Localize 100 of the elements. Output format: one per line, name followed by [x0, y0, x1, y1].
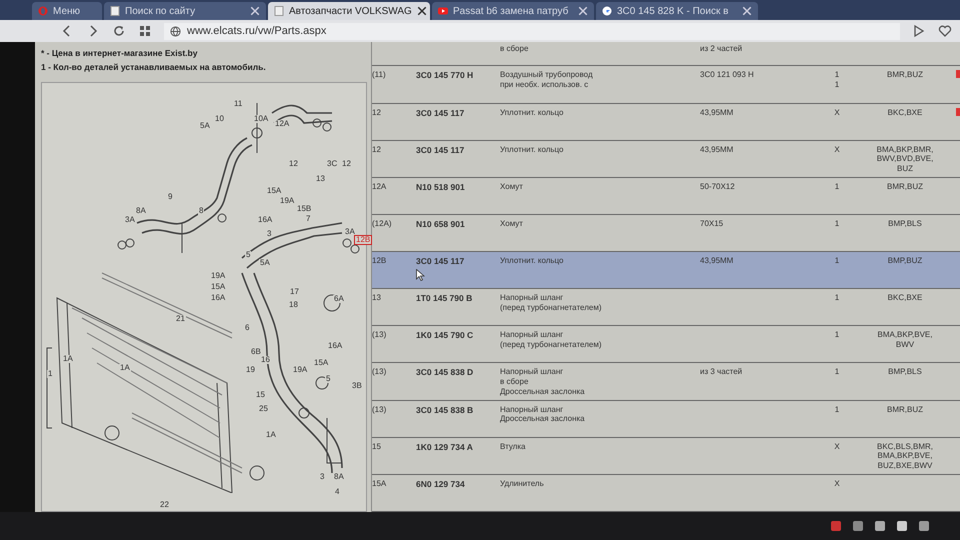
table-cell-text: BMA,BKP,BVE, BWV — [876, 330, 934, 351]
callout-label: 6 — [244, 324, 250, 332]
table-row[interactable]: (11) 3C0 145 770 H Воздушный трубопровод при необх. использов. с 3C0 121 093 H 1 1 BMR,BUZ — [372, 66, 960, 104]
callout-label: 6A — [333, 295, 345, 303]
table-cell-text: 43,95MM — [700, 256, 734, 268]
table-cell-text: 1 — [834, 182, 840, 193]
play-icon[interactable] — [912, 24, 926, 38]
browser-tab[interactable]: Меню — [32, 2, 102, 20]
callout-label: 12A — [274, 120, 290, 128]
table-cell-text: из 3 частей — [700, 367, 744, 378]
table-cell-text: Уплотнит. кольцо — [500, 108, 564, 119]
part-number[interactable]: 3C0 145 117 — [416, 108, 464, 118]
callout-label: 15A — [313, 359, 330, 367]
callout-label: 10A — [253, 115, 270, 123]
address-field[interactable]: www.elcats.ru/vw/Parts.aspx — [164, 22, 900, 40]
part-number[interactable]: 1K0 145 790 C — [416, 330, 474, 340]
tab-label: 3C0 145 828 K - Поиск в — [617, 6, 728, 16]
table-row[interactable]: 13 1T0 145 790 B Напорный шланг (перед турбонагнетателем) 1 BKC,BXE — [372, 289, 960, 326]
table-cell-text: 1 — [834, 404, 840, 416]
callout-label: 10 — [214, 115, 225, 123]
part-number[interactable]: N10 518 901 — [416, 182, 465, 192]
cursor-icon — [416, 268, 425, 281]
table-row[interactable]: 12B 3C0 145 117 Уплотнит. кольцо 43,95MM 1 BMP,BUZ — [372, 252, 960, 290]
callout-label: 17 — [289, 288, 300, 296]
callout-label: 15 — [255, 391, 266, 399]
table-cell-text: 43,95MM — [700, 144, 734, 156]
table-row[interactable]: 12A N10 518 901 Хомут 50-70X12 1 BMR,BUZ — [372, 178, 960, 215]
callout-label: 22 — [159, 501, 170, 509]
table-cell-text: 1 — [834, 218, 840, 230]
table-cell-text: 1 — [834, 293, 840, 304]
callout-label: 11 — [233, 100, 244, 108]
callout-label: 19A — [292, 366, 308, 374]
tray-icon[interactable] — [874, 520, 886, 532]
grid-icon[interactable] — [138, 24, 152, 38]
table-row[interactable]: 12 3C0 145 117 Уплотнит. кольцо 43,95MM X BMA,BKP,BMR, BWV,BVD,BVE, BUZ — [372, 140, 960, 178]
tab-label: Меню — [53, 6, 80, 16]
table-cell-text: Напорный шланг (перед турбонагнетателем) — [500, 293, 602, 314]
table-cell-text: 1 — [834, 367, 840, 378]
table-cell-text: 12A — [372, 182, 388, 193]
table-cell-text: 13 — [372, 293, 382, 304]
heart-icon[interactable] — [938, 24, 952, 38]
part-number[interactable]: 3C0 145 838 B — [416, 404, 474, 415]
callout-label: 7 — [305, 215, 312, 223]
table-cell-text: X — [833, 108, 841, 119]
browser-tab[interactable]: 3C0 145 828 K - Поиск в — [596, 2, 758, 20]
flag-mark — [956, 108, 960, 116]
callout-label: 5 — [245, 251, 252, 259]
part-number[interactable]: 3C0 145 117 — [416, 256, 464, 266]
table-cell-text: (11) — [372, 70, 387, 82]
part-number[interactable]: 6N0 129 734 — [416, 478, 465, 489]
globe-icon — [170, 26, 181, 36]
table-cell-text: 3C0 121 093 H — [700, 70, 755, 82]
part-number[interactable]: 3C0 145 117 — [416, 144, 464, 155]
callout-label: 16A — [257, 216, 274, 224]
table-row[interactable]: (13) 3C0 145 838 B Напорный шланг Дроссельная заслонка 1 BMR,BUZ — [372, 400, 960, 438]
table-cell-text: Уплотнит. кольцо — [500, 256, 564, 268]
callout-label: 1A — [119, 364, 131, 372]
table-cell-text: 1 — [834, 256, 840, 268]
tab-label: Автозапчасти VOLKSWAG — [289, 6, 412, 16]
table-cell-text: (13) — [372, 404, 388, 416]
tray-icon[interactable] — [852, 520, 864, 532]
tray-icon[interactable] — [896, 520, 908, 532]
table-cell-text: BKC,BXE — [886, 108, 924, 119]
table-cell-text: BMR,BUZ — [886, 70, 924, 82]
table-cell-text: X — [833, 442, 841, 453]
table-row[interactable]: (13) 1K0 145 790 C Напорный шланг (перед турбонагнетателем) 1 BMA,BKP,BVE, BWV — [372, 326, 960, 364]
table-cell-text: Напорный шланг Дроссельная заслонка — [500, 404, 586, 426]
part-number[interactable]: 1K0 129 734 A — [416, 442, 473, 452]
table-row[interactable]: (13) 3C0 145 838 D Напорный шланг в сборе Дроссельная заслонка из 3 частей 1 BMP,BLS — [372, 363, 960, 401]
flag-mark — [956, 70, 960, 78]
table-row[interactable]: 12 3C0 145 117 Уплотнит. кольцо 43,95MM X BKC,BXE — [372, 104, 960, 141]
part-number[interactable]: 1T0 145 790 B — [416, 293, 472, 304]
part-number[interactable]: 3C0 145 770 H — [416, 70, 474, 80]
footnote-text: 1 - Кол-во деталей устанавливаемых на автомобиль. — [41, 62, 267, 72]
table-cell-text: 50-70X12 — [700, 182, 736, 193]
table-cell-text: 12 — [372, 144, 382, 156]
browser-tab[interactable]: Автозапчасти VOLKSWAG — [268, 2, 430, 20]
reload-icon[interactable] — [112, 24, 126, 38]
part-number[interactable]: 3C0 145 838 D — [416, 367, 474, 378]
table-cell-text: Напорный шланг (перед турбонагнетателем) — [500, 330, 602, 351]
callout-label: 6B — [250, 348, 262, 356]
callout-label: 8 — [198, 207, 204, 215]
table-row[interactable]: 15 1K0 129 734 A Втулка X BKC,BLS,BMR, BMA,BKP,BVE, BUZ,BXE,BWV — [372, 438, 960, 475]
part-number[interactable]: N10 658 901 — [416, 218, 465, 229]
callout-label: 5A — [259, 259, 271, 267]
table-cell-text: (12A) — [372, 218, 393, 230]
table-cell-text: (13) — [372, 330, 388, 342]
callout-label: 19A — [279, 197, 296, 205]
callout-label: 5A — [199, 122, 211, 130]
close-icon[interactable] — [416, 6, 427, 16]
browser-tab[interactable]: Поиск по сайту — [104, 2, 266, 20]
tray-icon[interactable] — [918, 520, 930, 532]
callout-label: 9 — [167, 193, 174, 201]
table-cell-text: 12B — [372, 256, 388, 268]
callout-label: 5 — [325, 375, 332, 383]
browser-tab[interactable]: Passat b6 замена патруб — [432, 2, 594, 20]
callout-label: 12B — [355, 236, 372, 244]
table-cell-text: X — [833, 478, 841, 490]
table-cell-text: Хомут — [500, 218, 524, 230]
callout-label: 19 — [245, 366, 256, 374]
